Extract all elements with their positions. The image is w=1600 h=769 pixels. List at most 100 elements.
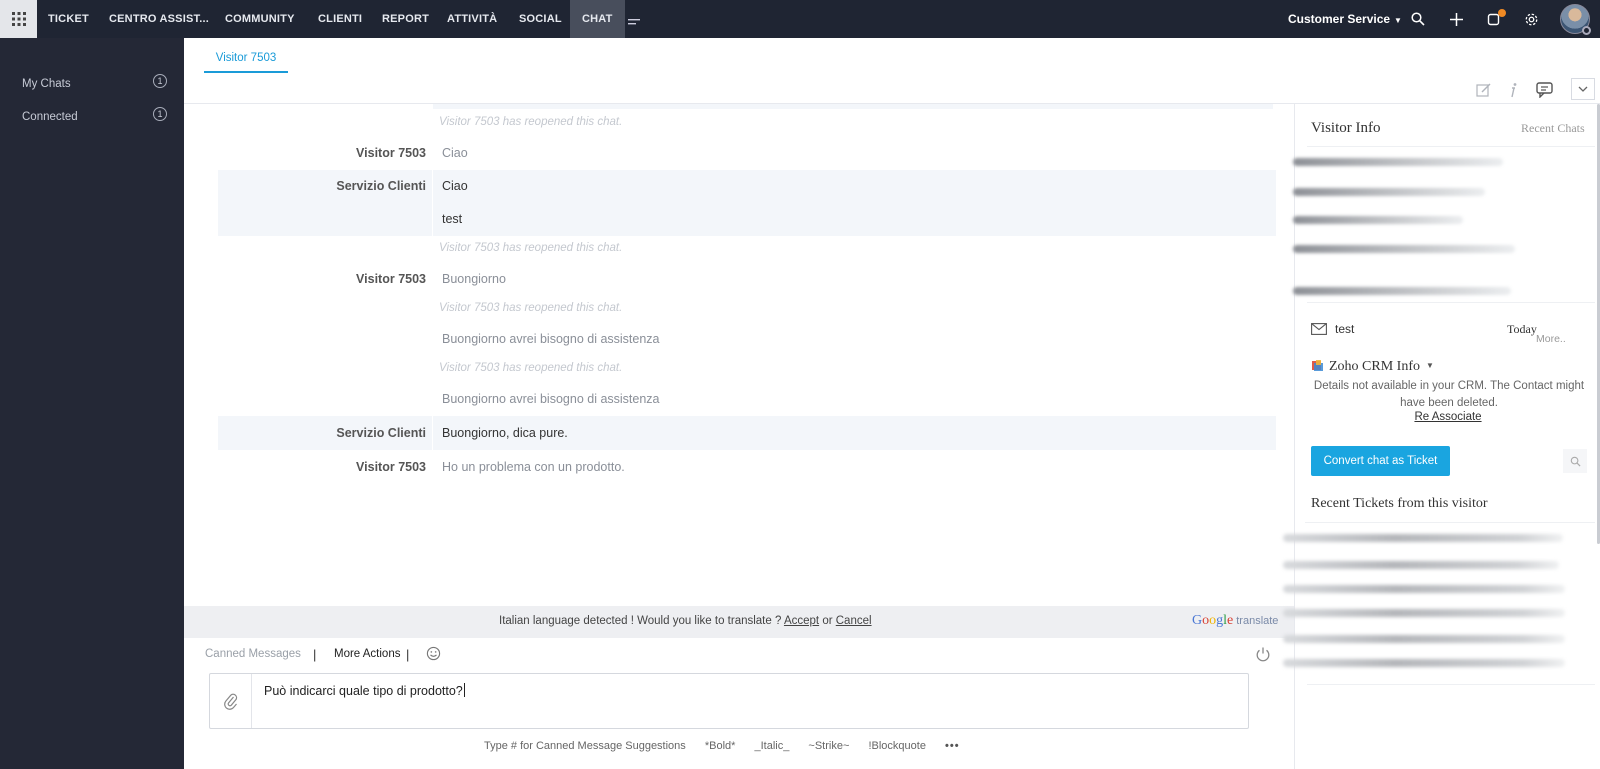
nav-centro-assistenza[interactable]: CENTRO ASSIST... xyxy=(109,0,209,38)
formatting-hints: Type # for Canned Message Suggestions *B… xyxy=(484,740,976,752)
redacted-ticket xyxy=(1283,585,1565,593)
translate-message: Italian language detected ! Would you li… xyxy=(499,615,782,627)
department-label: Customer Service xyxy=(1288,12,1391,26)
agent-message: Buongiorno, dica pure. xyxy=(442,426,568,440)
translate-prompt: Italian language detected ! Would you li… xyxy=(499,615,872,627)
redacted-ticket xyxy=(1283,659,1565,667)
attachment-icon[interactable] xyxy=(210,674,252,728)
end-chat-icon[interactable] xyxy=(1255,646,1273,664)
chat-transfer-icon[interactable] xyxy=(1535,80,1555,100)
visitor-message: Buongiorno avrei bisogno di assistenza xyxy=(442,332,660,346)
more-formatting-icon[interactable]: ••• xyxy=(945,740,960,752)
nav-attivita[interactable]: ATTIVITÀ xyxy=(447,0,497,38)
sender-label: Visitor 7503 xyxy=(356,460,426,474)
translate-bar: Italian language detected ! Would you li… xyxy=(184,606,1294,638)
message-input[interactable]: Può indicarci quale tipo di prodotto? xyxy=(209,673,1249,729)
system-message: Visitor 7503 has reopened this chat. xyxy=(439,242,623,254)
more-menu-icon[interactable] xyxy=(628,14,642,29)
redacted-ticket xyxy=(1283,534,1563,542)
sender-label: Servizio Clienti xyxy=(336,179,426,193)
section-divider xyxy=(1307,684,1595,685)
chevron-down-icon: ▼ xyxy=(1394,16,1402,25)
mail-subject: test xyxy=(1335,322,1355,336)
message-input-value[interactable]: Può indicarci quale tipo di prodotto? xyxy=(264,683,465,698)
redacted-field xyxy=(1293,158,1503,166)
input-text: Può indicarci quale tipo di prodotto? xyxy=(264,684,463,698)
agent-message: Ciao xyxy=(442,179,468,193)
chat-transcript: Visitor 7503 has reopened this chat. Vis… xyxy=(184,104,1294,606)
section-divider xyxy=(1307,302,1595,303)
chevron-down-icon xyxy=(1578,86,1588,92)
system-message: Visitor 7503 has reopened this chat. xyxy=(439,362,623,374)
section-divider xyxy=(1305,522,1595,523)
redacted-ticket xyxy=(1283,561,1559,569)
canned-suggestion-hint: Type # for Canned Message Suggestions xyxy=(484,740,686,752)
nav-social[interactable]: SOCIAL xyxy=(519,0,562,38)
chat-sidebar: My Chats 1 Connected 1 xyxy=(0,38,184,769)
top-nav-bar: TICKET CENTRO ASSIST... COMMUNITY CLIENT… xyxy=(0,0,1600,38)
system-message: Visitor 7503 has reopened this chat. xyxy=(439,116,623,128)
visitor-message: Ciao xyxy=(442,146,468,160)
collapse-panel-button[interactable] xyxy=(1571,78,1595,100)
redacted-ticket xyxy=(1283,609,1565,617)
redacted-field xyxy=(1293,216,1463,224)
bold-hint: *Bold* xyxy=(704,740,736,752)
visitor-info-panel: Visitor Info Recent Chats test Today Mor… xyxy=(1283,104,1600,769)
text-cursor xyxy=(463,683,465,697)
crm-message: Details not available in your CRM. The C… xyxy=(1313,380,1585,409)
visitor-message: Buongiorno avrei bisogno di assistenza xyxy=(442,392,660,406)
nav-ticket[interactable]: TICKET xyxy=(48,0,89,38)
redacted-ticket xyxy=(1283,635,1565,643)
sidebar-item-connected[interactable]: Connected xyxy=(22,111,78,123)
visitor-message: Buongiorno xyxy=(442,272,506,286)
visitor-message: Ho un problema con un prodotto. xyxy=(442,460,625,474)
settings-icon[interactable] xyxy=(1522,10,1540,28)
crm-info-header[interactable]: Zoho CRM Info ▼ xyxy=(1311,358,1434,375)
blockquote-hint: !Blockquote xyxy=(868,740,926,752)
re-associate-link[interactable]: Re Associate xyxy=(1295,411,1600,423)
system-message: Visitor 7503 has reopened this chat. xyxy=(439,302,623,314)
chevron-down-icon: ▼ xyxy=(1426,361,1434,370)
cancel-link[interactable]: Cancel xyxy=(836,615,872,627)
apps-grid-icon[interactable] xyxy=(0,0,37,38)
strike-hint: ~Strike~ xyxy=(808,740,850,752)
mail-icon xyxy=(1311,323,1327,335)
agent-message: test xyxy=(442,212,463,226)
google-translate-logo: Google translate xyxy=(1192,613,1279,628)
recent-chats-tab[interactable]: Recent Chats xyxy=(1521,121,1585,136)
sender-label: Servizio Clienti xyxy=(336,426,426,440)
zoho-crm-icon xyxy=(1311,359,1324,372)
redacted-field xyxy=(1293,287,1511,295)
convert-to-ticket-button[interactable]: Convert chat as Ticket xyxy=(1311,446,1450,476)
search-icon[interactable] xyxy=(1563,449,1587,473)
info-icon[interactable] xyxy=(1504,80,1524,100)
accept-link[interactable]: Accept xyxy=(784,615,819,627)
sender-label: Visitor 7503 xyxy=(356,146,426,160)
separator: | xyxy=(313,647,317,662)
nav-chat[interactable]: CHAT xyxy=(570,0,625,38)
more-actions-link[interactable]: More Actions xyxy=(334,648,400,660)
sender-label: Visitor 7503 xyxy=(356,272,426,286)
nav-community[interactable]: COMMUNITY xyxy=(225,0,295,38)
emoji-icon[interactable] xyxy=(426,646,442,662)
more-link[interactable]: More.. xyxy=(1536,333,1566,345)
department-selector[interactable]: Customer Service ▼ xyxy=(1288,0,1402,38)
notification-badge xyxy=(1498,9,1506,17)
redacted-field xyxy=(1293,245,1515,253)
plus-icon[interactable] xyxy=(1447,10,1465,28)
edit-icon[interactable] xyxy=(1474,80,1494,100)
italic-hint: _Italic_ xyxy=(754,740,790,752)
mail-date: Today xyxy=(1507,322,1537,336)
tab-visitor-7503[interactable]: Visitor 7503 xyxy=(204,52,288,73)
connected-count: 1 xyxy=(153,107,167,121)
nav-report[interactable]: REPORT xyxy=(382,0,429,38)
crm-info-title: Zoho CRM Info xyxy=(1329,359,1420,374)
my-chats-count: 1 xyxy=(153,74,167,88)
composer: Canned Messages | More Actions | Può ind… xyxy=(184,638,1294,769)
sidebar-item-my-chats[interactable]: My Chats xyxy=(22,78,71,90)
translate-brand-suffix: translate xyxy=(1236,615,1279,627)
search-icon[interactable] xyxy=(1409,10,1427,28)
nav-clienti[interactable]: CLIENTI xyxy=(318,0,362,38)
recent-tickets-title: Recent Tickets from this visitor xyxy=(1311,496,1488,511)
canned-messages-link[interactable]: Canned Messages xyxy=(205,648,301,660)
